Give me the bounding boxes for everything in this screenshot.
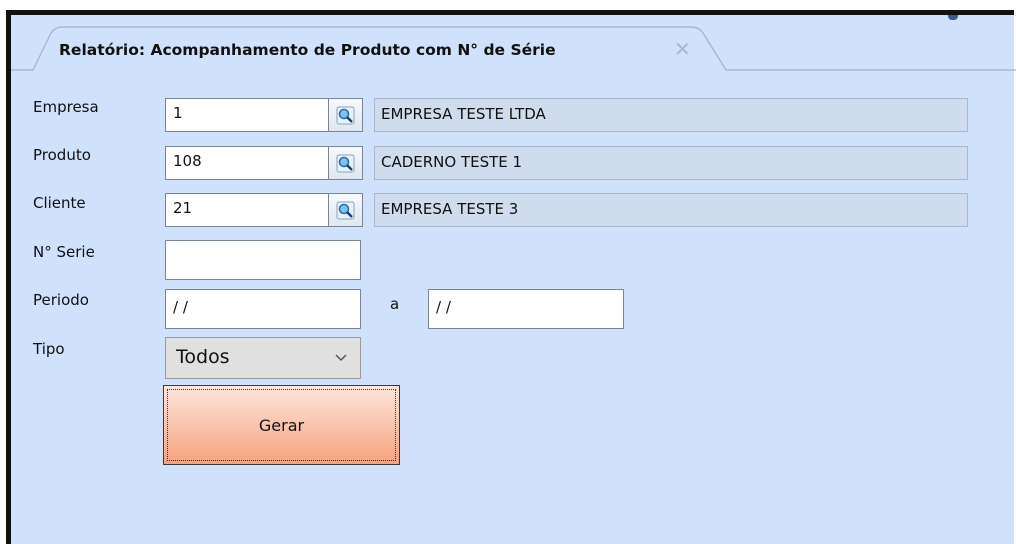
empresa-label: Empresa <box>33 98 99 116</box>
empresa-code-input[interactable]: 1 <box>165 98 329 132</box>
tipo-label: Tipo <box>33 340 65 358</box>
produto-code-input[interactable]: 108 <box>165 146 329 180</box>
periodo-to-input[interactable]: / / <box>428 289 624 329</box>
report-window: Relatório: Acompanhamento de Produto com… <box>6 10 1016 544</box>
periodo-separator: a <box>390 295 400 313</box>
close-icon[interactable]: ✕ <box>674 39 691 59</box>
empresa-description: EMPRESA TESTE LTDA <box>374 98 968 132</box>
produto-lookup-button[interactable] <box>329 146 363 180</box>
periodo-from-input[interactable]: / / <box>165 289 361 329</box>
tab-report-title[interactable]: Relatório: Acompanhamento de Produto com… <box>59 41 556 59</box>
tipo-selected-value: Todos <box>176 346 230 368</box>
serie-label: N° Serie <box>33 243 95 261</box>
magnifier-icon <box>336 154 355 173</box>
cliente-code-input[interactable]: 21 <box>165 193 329 227</box>
tipo-select[interactable]: Todos <box>165 337 361 379</box>
empresa-lookup-button[interactable] <box>329 98 363 132</box>
cliente-label: Cliente <box>33 194 86 212</box>
tab-strip: Relatório: Acompanhamento de Produto com… <box>11 15 1016 71</box>
magnifier-icon <box>336 201 355 220</box>
chevron-down-icon <box>335 354 347 362</box>
periodo-label: Periodo <box>33 291 89 309</box>
cliente-lookup-button[interactable] <box>329 193 363 227</box>
serie-input[interactable] <box>165 240 361 280</box>
generate-button-label: Gerar <box>167 389 396 461</box>
generate-button[interactable]: Gerar <box>163 385 400 465</box>
produto-description: CADERNO TESTE 1 <box>374 146 968 180</box>
magnifier-icon <box>336 106 355 125</box>
produto-label: Produto <box>33 146 91 164</box>
cliente-description: EMPRESA TESTE 3 <box>374 193 968 227</box>
